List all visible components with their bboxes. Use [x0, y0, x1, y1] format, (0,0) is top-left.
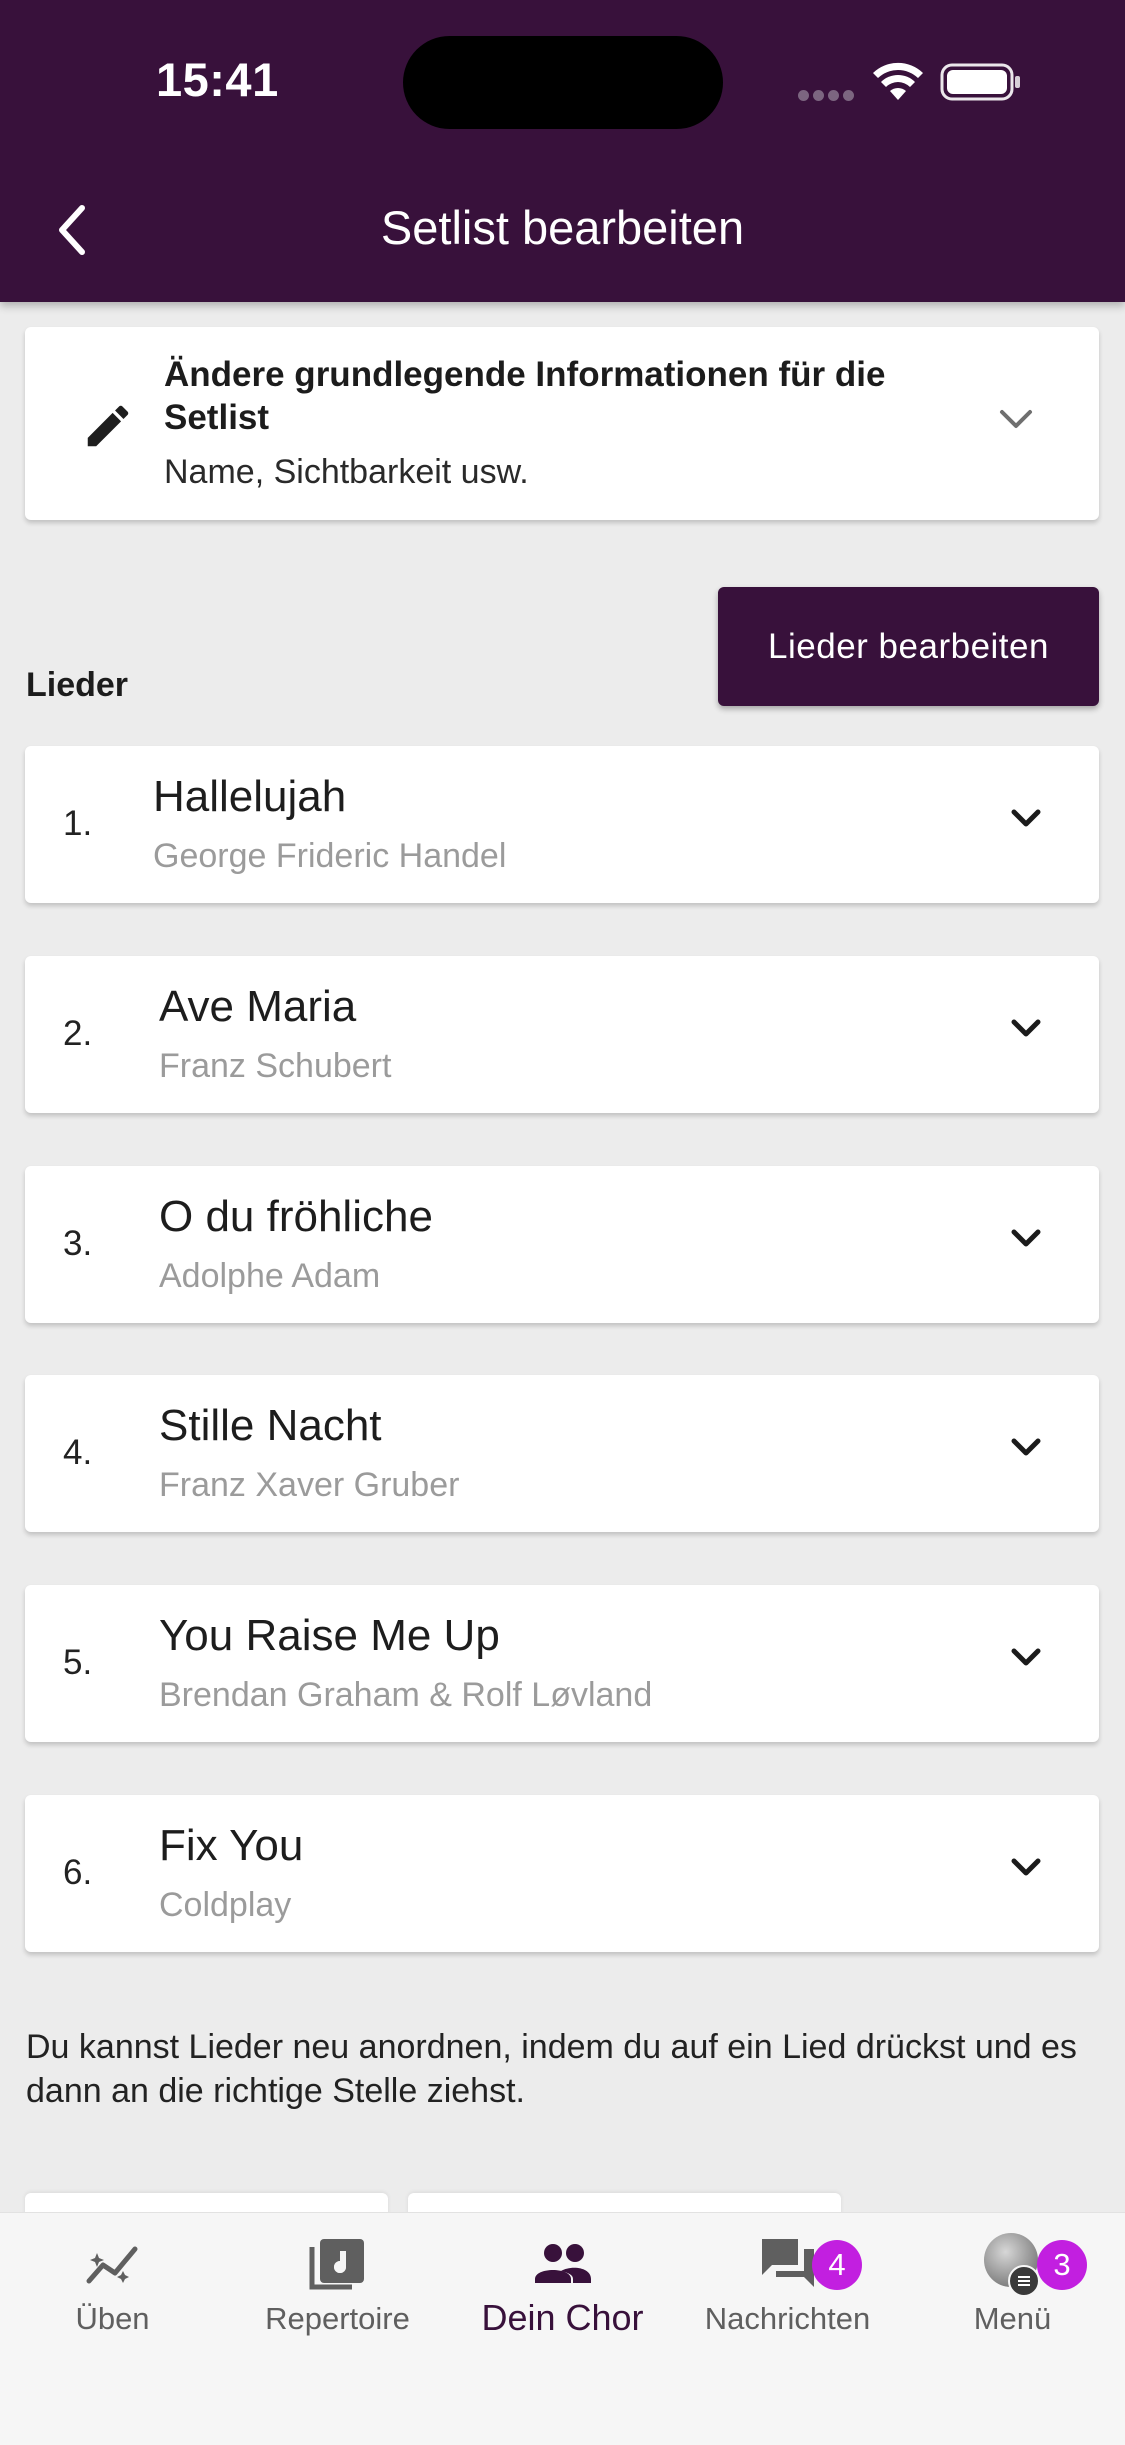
- chevron-down-icon[interactable]: [1010, 1857, 1042, 1884]
- song-title: Hallelujah: [153, 772, 347, 821]
- song-title: O du fröhliche: [159, 1192, 433, 1241]
- signal-icon: [798, 88, 858, 101]
- song-title: Ave Maria: [159, 982, 357, 1031]
- nav-label: Nachrichten: [704, 2301, 871, 2336]
- nav-item-messages[interactable]: 4 Nachrichten: [675, 2213, 900, 2353]
- songs-section-label: Lieder: [26, 666, 129, 704]
- nav-label: Dein Chor: [481, 2297, 644, 2338]
- status-time: 15:41: [156, 53, 279, 106]
- menu-icon: [1008, 2265, 1040, 2297]
- basic-info-expander[interactable]: Ändere grundlegende Informationen für di…: [25, 327, 1099, 520]
- chevron-down-icon[interactable]: [1010, 1018, 1042, 1045]
- song-artist: Coldplay: [159, 1886, 292, 1924]
- group-icon: [450, 2235, 675, 2295]
- nav-item-repertoire[interactable]: Repertoire: [225, 2213, 450, 2353]
- chevron-down-icon: [998, 407, 1034, 436]
- chevron-down-icon[interactable]: [1010, 1647, 1042, 1674]
- song-number: 5.: [63, 1643, 93, 1682]
- song-artist: Franz Schubert: [159, 1047, 392, 1085]
- song-artist: George Frideric Handel: [153, 837, 507, 875]
- nav-item-choir[interactable]: Dein Chor: [450, 2213, 675, 2353]
- song-number: 1.: [63, 804, 93, 843]
- wifi-icon: [872, 62, 924, 107]
- chevron-down-icon[interactable]: [1010, 808, 1042, 835]
- song-title: Stille Nacht: [159, 1401, 382, 1450]
- pencil-icon: [81, 399, 135, 458]
- nav-label: Üben: [75, 2301, 150, 2336]
- chevron-down-icon[interactable]: [1010, 1437, 1042, 1464]
- nav-label: Menü: [973, 2301, 1052, 2336]
- song-item[interactable]: 4. Stille Nacht Franz Xaver Gruber: [25, 1375, 1099, 1532]
- song-item[interactable]: 3. O du fröhliche Adolphe Adam: [25, 1166, 1099, 1323]
- unread-badge: 4: [812, 2240, 862, 2290]
- song-artist: Adolphe Adam: [159, 1257, 381, 1295]
- song-item[interactable]: 1. Hallelujah George Frideric Handel: [25, 746, 1099, 903]
- info-card-heading: Ändere grundlegende Informationen für di…: [164, 355, 886, 437]
- song-item[interactable]: 6. Fix You Coldplay: [25, 1795, 1099, 1952]
- song-number: 3.: [63, 1224, 93, 1263]
- page-title: Setlist bearbeiten: [380, 201, 745, 254]
- reorder-hint: Du kannst Lieder neu anordnen, indem du …: [26, 2028, 1077, 2110]
- app-header: 15:41 Setlist bearbeiten: [0, 0, 1125, 302]
- home-indicator: [380, 2418, 745, 2428]
- song-artist: Brendan Graham & Rolf Løvland: [159, 1676, 653, 1714]
- edit-songs-button[interactable]: Lieder bearbeiten: [718, 587, 1099, 706]
- battery-icon: [940, 62, 1022, 107]
- song-number: 6.: [63, 1853, 93, 1892]
- notification-badge: 3: [1037, 2240, 1087, 2290]
- song-title: Fix You: [159, 1821, 304, 1870]
- song-title: You Raise Me Up: [159, 1611, 500, 1660]
- song-item[interactable]: 5. You Raise Me Up Brendan Graham & Rolf…: [25, 1585, 1099, 1742]
- dynamic-island: [403, 36, 723, 129]
- chevron-down-icon[interactable]: [1010, 1228, 1042, 1255]
- info-card-subtitle: Name, Sichtbarkeit usw.: [164, 453, 529, 491]
- song-number: 2.: [63, 1014, 93, 1053]
- nav-label: Repertoire: [265, 2301, 410, 2336]
- song-number: 4.: [63, 1433, 93, 1472]
- nav-item-practice[interactable]: Üben: [0, 2213, 225, 2353]
- chat-icon: [675, 2235, 900, 2295]
- song-item[interactable]: 2. Ave Maria Franz Schubert: [25, 956, 1099, 1113]
- music-library-icon: [225, 2235, 450, 2295]
- bottom-navigation: Üben Repertoire Dein Chor 4 Nachrichten …: [0, 2212, 1125, 2445]
- practice-trend-icon: [0, 2235, 225, 2295]
- nav-item-menu[interactable]: 3 Menü: [900, 2213, 1125, 2353]
- song-artist: Franz Xaver Gruber: [159, 1466, 460, 1504]
